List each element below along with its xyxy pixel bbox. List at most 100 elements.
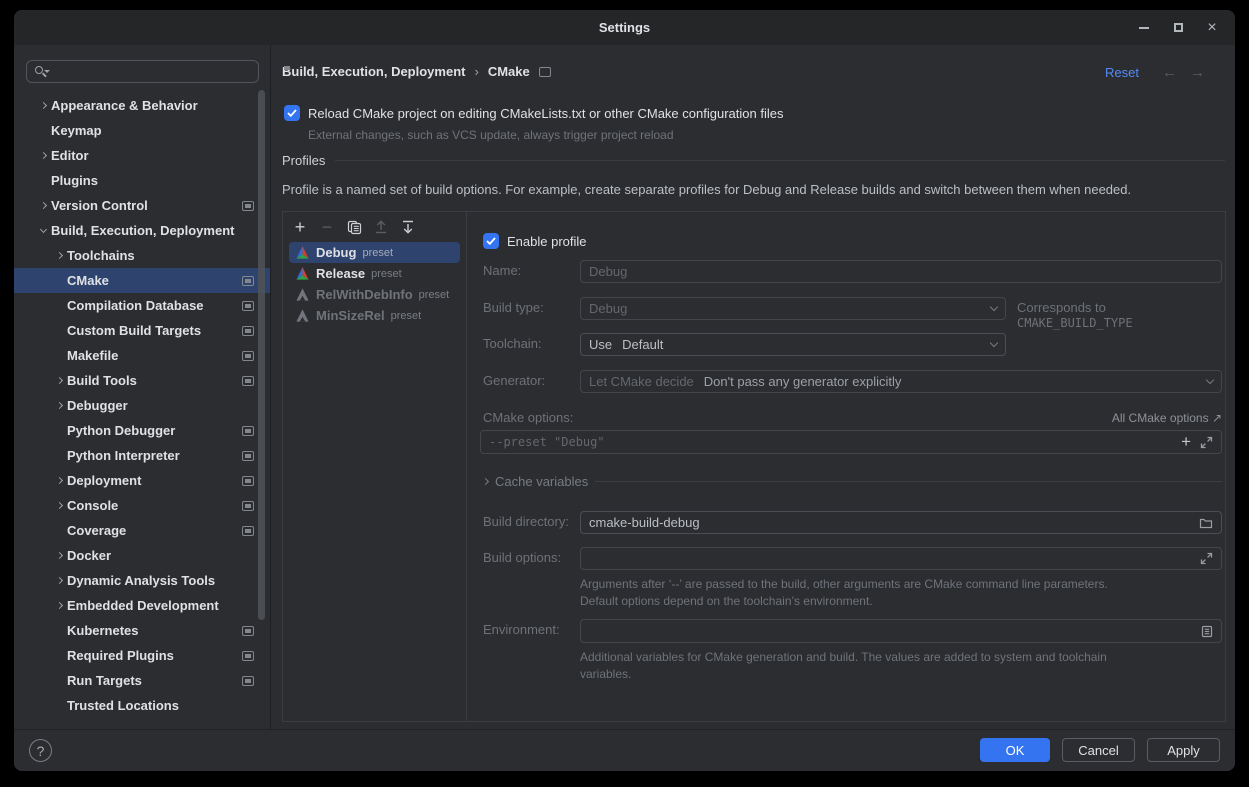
apply-button[interactable]: Apply [1147, 738, 1220, 762]
sidebar-item-cmake[interactable]: CMake [14, 268, 270, 293]
move-down-button[interactable] [400, 219, 416, 235]
chevron-spacer [51, 448, 67, 464]
generator-select[interactable]: Let CMake decide Don't pass any generato… [580, 370, 1222, 393]
toolchain-select[interactable]: Use Default [580, 333, 1006, 356]
chevron-right-icon[interactable] [51, 548, 67, 564]
maximize-icon [1174, 23, 1183, 32]
back-arrow-icon[interactable]: ← [1162, 64, 1177, 81]
reset-link[interactable]: Reset [1105, 65, 1139, 80]
sidebar-item-appearance-behavior[interactable]: Appearance & Behavior [14, 93, 270, 118]
sidebar-item-docker[interactable]: Docker [14, 543, 270, 568]
sidebar-item-python-interpreter[interactable]: Python Interpreter [14, 443, 270, 468]
move-up-button[interactable] [373, 219, 389, 235]
chevron-down-icon[interactable] [35, 223, 51, 239]
profiles-panel: + − DebugpresetReleasepresetRelWithDebIn… [282, 211, 1226, 722]
reload-cmake-checkbox-row[interactable]: Reload CMake project on editing CMakeLis… [284, 105, 783, 121]
sidebar-item-build-execution-deployment[interactable]: Build, Execution, Deployment [14, 218, 270, 243]
sidebar-item-debugger[interactable]: Debugger [14, 393, 270, 418]
sidebar-item-plugins[interactable]: Plugins [14, 168, 270, 193]
add-option-icon[interactable]: + [1181, 432, 1191, 452]
profile-item-minsizerel[interactable]: MinSizeRelpreset [289, 305, 460, 326]
chevron-spacer [51, 298, 67, 314]
build-options-hint-line1: Arguments after ‘--’ are passed to the b… [580, 576, 1108, 593]
breadcrumb-segment[interactable]: Build, Execution, Deployment [282, 64, 465, 79]
maximize-button[interactable] [1161, 10, 1195, 45]
sidebar-item-toolchains[interactable]: Toolchains [14, 243, 270, 268]
chevron-right-icon[interactable] [35, 198, 51, 214]
profile-item-relwithdebinfo[interactable]: RelWithDebInfo preset [289, 284, 460, 305]
forward-arrow-icon[interactable]: → [1190, 64, 1205, 81]
chevron-right-icon[interactable] [51, 598, 67, 614]
profile-name: Debug [316, 245, 356, 260]
expand-icon[interactable] [1200, 552, 1213, 565]
chevron-right-icon[interactable] [51, 248, 67, 264]
name-field[interactable]: Debug [580, 260, 1222, 283]
profile-form: Enable profile Name: Debug Build type: D… [467, 212, 1225, 721]
chevron-right-icon[interactable] [51, 573, 67, 589]
sidebar-item-custom-build-targets[interactable]: Custom Build Targets [14, 318, 270, 343]
close-button[interactable]: × [1195, 10, 1229, 45]
enable-profile-checkbox-row[interactable]: Enable profile [483, 233, 587, 249]
expand-icon[interactable] [1200, 436, 1213, 449]
chevron-right-icon[interactable] [35, 148, 51, 164]
sidebar-item-trusted-locations[interactable]: Trusted Locations [14, 693, 270, 718]
chevron-right-icon[interactable] [51, 498, 67, 514]
ok-button[interactable]: OK [980, 738, 1050, 762]
chevron-down-icon [990, 339, 998, 347]
breadcrumb-segment[interactable]: CMake [488, 64, 530, 79]
sidebar-item-label: Plugins [51, 173, 98, 188]
profiles-description: Profile is a named set of build options.… [282, 182, 1131, 197]
sidebar-item-build-tools[interactable]: Build Tools [14, 368, 270, 393]
search-icon [34, 65, 50, 79]
profile-item-debug[interactable]: Debugpreset [289, 242, 460, 263]
sidebar-scrollbar[interactable] [258, 90, 265, 620]
sidebar-item-label: Custom Build Targets [67, 323, 201, 338]
sidebar-item-python-debugger[interactable]: Python Debugger [14, 418, 270, 443]
sidebar-item-dynamic-analysis-tools[interactable]: Dynamic Analysis Tools [14, 568, 270, 593]
sidebar-item-keymap[interactable]: Keymap [14, 118, 270, 143]
build-options-field[interactable] [580, 547, 1222, 570]
chevron-right-icon[interactable] [51, 473, 67, 489]
environment-field[interactable] [580, 619, 1222, 643]
sidebar-item-version-control[interactable]: Version Control [14, 193, 270, 218]
minimize-button[interactable] [1127, 10, 1161, 45]
remove-profile-button[interactable]: − [319, 219, 335, 235]
cache-variables-toggle[interactable]: Cache variables [483, 474, 1222, 489]
help-button[interactable]: ? [29, 739, 52, 762]
sidebar-item-deployment[interactable]: Deployment [14, 468, 270, 493]
sidebar-item-label: Deployment [67, 473, 141, 488]
sidebar-item-console[interactable]: Console [14, 493, 270, 518]
sidebar-item-embedded-development[interactable]: Embedded Development [14, 593, 270, 618]
sidebar-item-label: Debugger [67, 398, 128, 413]
copy-profile-button[interactable] [346, 219, 362, 235]
sidebar-item-editor[interactable]: Editor [14, 143, 270, 168]
search-input[interactable] [26, 60, 259, 83]
environment-browse-icon[interactable] [1201, 625, 1213, 638]
build-directory-field[interactable]: cmake-build-debug [580, 511, 1222, 534]
in-place-settings-icon [242, 326, 254, 336]
checkbox-checked-icon[interactable] [284, 105, 300, 121]
all-cmake-options-link[interactable]: All CMake options ↗ [1112, 411, 1222, 425]
profile-preset-tag: preset [419, 289, 450, 301]
checkbox-checked-icon[interactable] [483, 233, 499, 249]
profile-item-release[interactable]: Releasepreset [289, 263, 460, 284]
cmake-icon [295, 245, 310, 260]
profile-name: RelWithDebInfo [316, 287, 413, 302]
cancel-button[interactable]: Cancel [1062, 738, 1135, 762]
sidebar-item-kubernetes[interactable]: Kubernetes [14, 618, 270, 643]
sidebar-item-makefile[interactable]: Makefile [14, 343, 270, 368]
chevron-right-icon[interactable] [35, 98, 51, 114]
sidebar-item-compilation-database[interactable]: Compilation Database [14, 293, 270, 318]
chevron-right-icon[interactable] [51, 398, 67, 414]
folder-icon[interactable] [1199, 517, 1213, 529]
cmake-options-field[interactable]: --preset "Debug" + [480, 430, 1222, 454]
chevron-down-icon [1206, 376, 1214, 384]
chevron-spacer [35, 173, 51, 189]
add-profile-button[interactable]: + [292, 219, 308, 235]
settings-main: Build, Execution, Deployment › CMake Res… [272, 45, 1235, 729]
sidebar-item-required-plugins[interactable]: Required Plugins [14, 643, 270, 668]
chevron-right-icon[interactable] [51, 373, 67, 389]
sidebar-item-run-targets[interactable]: Run Targets [14, 668, 270, 693]
sidebar-item-coverage[interactable]: Coverage [14, 518, 270, 543]
build-type-select[interactable]: Debug [580, 297, 1006, 320]
